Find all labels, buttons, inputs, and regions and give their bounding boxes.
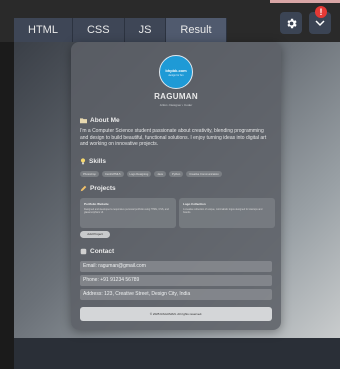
- expand-button[interactable]: !: [309, 6, 331, 34]
- about-heading: About Me: [80, 117, 120, 124]
- profile-name: RAGUMAN: [154, 92, 198, 101]
- avatar-title: bhpbk.com: [165, 67, 187, 73]
- project-card-logo[interactable]: Logo Collection A creative collection of…: [179, 198, 275, 228]
- project-title: Portfolio Website: [84, 202, 109, 206]
- tab-css[interactable]: CSS: [72, 18, 125, 42]
- avatar: bhpbk.com design for fun: [159, 55, 193, 89]
- gear-icon: [286, 18, 297, 28]
- about-title: About Me: [90, 117, 120, 124]
- contact-heading: Contact: [80, 248, 114, 255]
- settings-button[interactable]: [280, 12, 302, 34]
- add-project-button[interactable]: Add Project: [80, 231, 110, 238]
- projects-heading: Projects: [80, 185, 116, 192]
- notification-badge: !: [315, 6, 327, 18]
- about-text: I'm a Computer Science student passionat…: [80, 128, 267, 147]
- skill-tag: Java: [154, 171, 166, 177]
- projects-title: Projects: [90, 185, 116, 192]
- project-description: Designed and developed a responsive pers…: [84, 208, 169, 214]
- lightbulb-icon: [80, 158, 86, 165]
- console-strip: [14, 338, 340, 369]
- footer-copyright: © 2025 RAGUMAN. All rights reserved.: [80, 307, 272, 321]
- contact-title: Contact: [90, 248, 115, 255]
- skill-tag: Creative Communication: [186, 171, 222, 177]
- editor-tabs: HTML CSS JS Result: [14, 18, 227, 42]
- project-description: A creative collection of unique, minimal…: [183, 208, 263, 214]
- tab-html[interactable]: HTML: [14, 18, 73, 42]
- skill-tag: Python: [168, 171, 184, 177]
- contact-phone[interactable]: Phone: +91 91234 56789: [80, 275, 272, 286]
- project-card-portfolio[interactable]: Portfolio Website Designed and developed…: [80, 198, 176, 228]
- tab-js[interactable]: JS: [124, 18, 167, 42]
- tab-result[interactable]: Result: [166, 18, 227, 42]
- phone-icon: [80, 248, 87, 255]
- skill-tag: Css3/HTML5: [101, 171, 124, 177]
- contact-email[interactable]: Email: raguman@gmail.com: [80, 261, 272, 272]
- avatar-subtitle: design for fun: [168, 73, 184, 77]
- pencil-icon: [80, 185, 87, 192]
- contact-address: Address: 123, Creative Street, Design Ci…: [80, 289, 272, 300]
- skill-tag: Logo Designing: [126, 171, 152, 177]
- skills-list: Photoshop Css3/HTML5 Logo Designing Java…: [80, 171, 275, 177]
- project-title: Logo Collection: [183, 202, 206, 206]
- profile-tagline: Artist • Designer • Coder: [159, 103, 193, 107]
- skill-tag: Photoshop: [80, 171, 99, 177]
- skills-heading: Skills: [80, 158, 106, 165]
- profile-card: bhpbk.com design for fun RAGUMAN Artist …: [71, 42, 281, 330]
- skills-title: Skills: [89, 158, 106, 165]
- topbar-accent: [270, 0, 340, 3]
- chevron-down-icon: [315, 20, 325, 27]
- folder-icon: [80, 118, 87, 124]
